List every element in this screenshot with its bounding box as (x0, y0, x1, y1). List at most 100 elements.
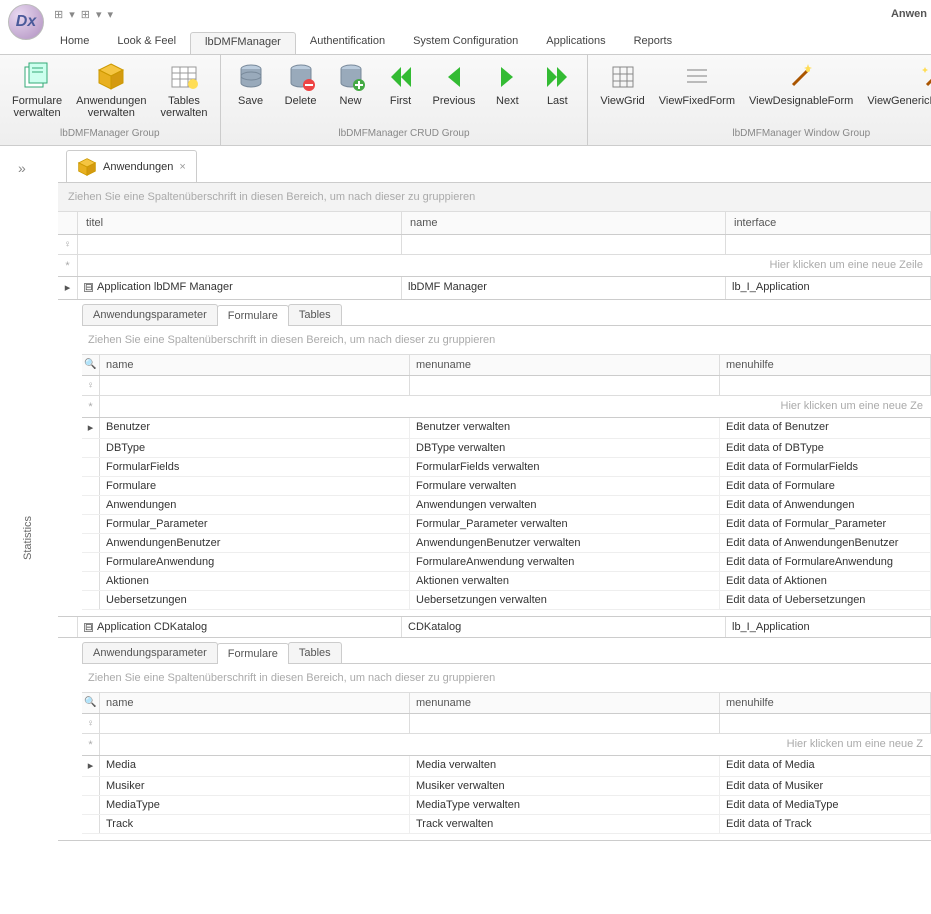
table-row[interactable]: MediaType MediaType verwalten Edit data … (82, 796, 931, 815)
collapse-icon[interactable]: ⊟ (84, 623, 93, 632)
sub-new-row[interactable]: * Hier klicken um eine neue Ze (82, 396, 931, 418)
sub-group-hint[interactable]: Ziehen Sie eine Spaltenüberschrift in di… (82, 664, 931, 693)
tables-verwalten-button[interactable]: Tablesverwalten (154, 59, 213, 121)
cell-name[interactable]: Formular_Parameter (100, 515, 410, 533)
col-menuhilfe[interactable]: menuhilfe (720, 693, 931, 713)
cell-name[interactable]: lbDMF Manager (402, 277, 726, 299)
search-icon[interactable]: 🔍 (82, 693, 100, 713)
table-row[interactable]: Uebersetzungen Uebersetzungen verwalten … (82, 591, 931, 610)
cell-name[interactable]: Anwendungen (100, 496, 410, 514)
cell-titel[interactable]: ⊟Application CDKatalog (78, 617, 402, 637)
viewdesignableform-button[interactable]: ViewDesignableForm (743, 59, 859, 109)
cell-menuhilfe[interactable]: Edit data of FormulareAnwendung (720, 553, 931, 571)
qat-dropdown2-icon[interactable]: ▾ (96, 8, 102, 21)
cell-menuhilfe[interactable]: Edit data of AnwendungenBenutzer (720, 534, 931, 552)
viewgenericdatalayout-button[interactable]: ViewGenericDataLayoutFor (861, 59, 931, 109)
table-row[interactable]: AnwendungenBenutzer AnwendungenBenutzer … (82, 534, 931, 553)
collapse-icon[interactable]: ⊟ (84, 283, 93, 292)
cell-menuname[interactable]: Formulare verwalten (410, 477, 720, 495)
detail-tab-tables[interactable]: Tables (288, 642, 342, 663)
detail-tab-anwendungsparameter[interactable]: Anwendungsparameter (82, 642, 218, 663)
ribbon-tab-applications[interactable]: Applications (532, 32, 619, 54)
delete-button[interactable]: Delete (277, 59, 325, 109)
cell-menuhilfe[interactable]: Edit data of FormularFields (720, 458, 931, 476)
detail-tab-tables[interactable]: Tables (288, 304, 342, 325)
table-row[interactable]: ▸ Benutzer Benutzer verwalten Edit data … (82, 418, 931, 439)
app-logo[interactable]: Dx (8, 4, 44, 40)
cell-menuname[interactable]: Aktionen verwalten (410, 572, 720, 590)
cell-name[interactable]: FormulareAnwendung (100, 553, 410, 571)
qat-grid2-icon[interactable]: ⊞ (81, 8, 90, 21)
ribbon-tab-reports[interactable]: Reports (620, 32, 687, 54)
cell-menuname[interactable]: AnwendungenBenutzer verwalten (410, 534, 720, 552)
ribbon-tab-look-feel[interactable]: Look & Feel (103, 32, 190, 54)
cell-name[interactable]: FormularFields (100, 458, 410, 476)
cell-menuname[interactable]: Media verwalten (410, 756, 720, 776)
table-row[interactable]: FormulareAnwendung FormulareAnwendung ve… (82, 553, 931, 572)
app-row[interactable]: ⊟Application CDKatalog CDKatalog lb_I_Ap… (58, 617, 931, 638)
new-button[interactable]: New (327, 59, 375, 109)
ribbon-tab-authentification[interactable]: Authentification (296, 32, 399, 54)
cell-menuname[interactable]: Anwendungen verwalten (410, 496, 720, 514)
cell-name[interactable]: Benutzer (100, 418, 410, 438)
sub-group-hint[interactable]: Ziehen Sie eine Spaltenüberschrift in di… (82, 326, 931, 355)
cell-name[interactable]: Media (100, 756, 410, 776)
cell-menuname[interactable]: Track verwalten (410, 815, 720, 833)
table-row[interactable]: Formulare Formulare verwalten Edit data … (82, 477, 931, 496)
qat-dropdown3-icon[interactable]: ▾ (108, 8, 114, 21)
cell-titel[interactable]: ⊟Application lbDMF Manager (78, 277, 402, 299)
cell-name[interactable]: MediaType (100, 796, 410, 814)
col-name[interactable]: name (100, 693, 410, 713)
first-button[interactable]: First (377, 59, 425, 109)
cell-menuname[interactable]: Formular_Parameter verwalten (410, 515, 720, 533)
cell-menuhilfe[interactable]: Edit data of Uebersetzungen (720, 591, 931, 609)
ribbon-tab-lbdmfmanager[interactable]: lbDMFManager (190, 32, 296, 54)
next-button[interactable]: Next (483, 59, 531, 109)
ribbon-tab-home[interactable]: Home (46, 32, 103, 54)
table-row[interactable]: Aktionen Aktionen verwalten Edit data of… (82, 572, 931, 591)
qat-grid-icon[interactable]: ⊞ (54, 8, 63, 21)
cell-menuhilfe[interactable]: Edit data of Formular_Parameter (720, 515, 931, 533)
detail-tab-anwendungsparameter[interactable]: Anwendungsparameter (82, 304, 218, 325)
cell-name[interactable]: Uebersetzungen (100, 591, 410, 609)
table-row[interactable]: DBType DBType verwalten Edit data of DBT… (82, 439, 931, 458)
sub-filter-row[interactable]: ♀ (82, 714, 931, 734)
cell-menuname[interactable]: Musiker verwalten (410, 777, 720, 795)
detail-tab-formulare[interactable]: Formulare (217, 305, 289, 326)
col-name[interactable]: name (100, 355, 410, 375)
sub-new-row[interactable]: * Hier klicken um eine neue Z (82, 734, 931, 756)
filter-row[interactable]: ♀ (58, 235, 931, 255)
cell-menuhilfe[interactable]: Edit data of Benutzer (720, 418, 931, 438)
cell-menuname[interactable]: Benutzer verwalten (410, 418, 720, 438)
cell-menuhilfe[interactable]: Edit data of DBType (720, 439, 931, 457)
cell-menuname[interactable]: FormulareAnwendung verwalten (410, 553, 720, 571)
cell-menuname[interactable]: Uebersetzungen verwalten (410, 591, 720, 609)
cell-name[interactable]: Aktionen (100, 572, 410, 590)
sidebar-toggle-icon[interactable]: » (18, 160, 26, 176)
detail-tab-formulare[interactable]: Formulare (217, 643, 289, 664)
qat-dropdown-icon[interactable]: ▾ (69, 8, 75, 21)
table-row[interactable]: Track Track verwalten Edit data of Track (82, 815, 931, 834)
filter-titel[interactable] (78, 235, 402, 254)
cell-menuhilfe[interactable]: Edit data of Track (720, 815, 931, 833)
ribbon-tab-system-configuration[interactable]: System Configuration (399, 32, 532, 54)
col-menuhilfe[interactable]: menuhilfe (720, 355, 931, 375)
cell-menuhilfe[interactable]: Edit data of Aktionen (720, 572, 931, 590)
group-by-hint[interactable]: Ziehen Sie eine Spaltenüberschrift in di… (58, 183, 931, 212)
cell-interface[interactable]: lb_I_Application (726, 617, 931, 637)
col-interface[interactable]: interface (726, 212, 931, 234)
viewfixedform-button[interactable]: ViewFixedForm (653, 59, 741, 109)
doc-tab-anwendungen[interactable]: Anwendungen × (66, 150, 197, 183)
viewgrid-button[interactable]: ViewGrid (594, 59, 650, 109)
cell-menuhilfe[interactable]: Edit data of Formulare (720, 477, 931, 495)
anwendungen-verwalten-button[interactable]: Anwendungenverwalten (70, 59, 152, 121)
cell-name[interactable]: DBType (100, 439, 410, 457)
cell-name[interactable]: Formulare (100, 477, 410, 495)
app-row[interactable]: ▸ ⊟Application lbDMF Manager lbDMF Manag… (58, 277, 931, 300)
cell-name[interactable]: CDKatalog (402, 617, 726, 637)
cell-menuhilfe[interactable]: Edit data of Anwendungen (720, 496, 931, 514)
filter-name[interactable] (402, 235, 726, 254)
new-row[interactable]: * Hier klicken um eine neue Zeile (58, 255, 931, 277)
table-row[interactable]: FormularFields FormularFields verwalten … (82, 458, 931, 477)
table-row[interactable]: ▸ Media Media verwalten Edit data of Med… (82, 756, 931, 777)
